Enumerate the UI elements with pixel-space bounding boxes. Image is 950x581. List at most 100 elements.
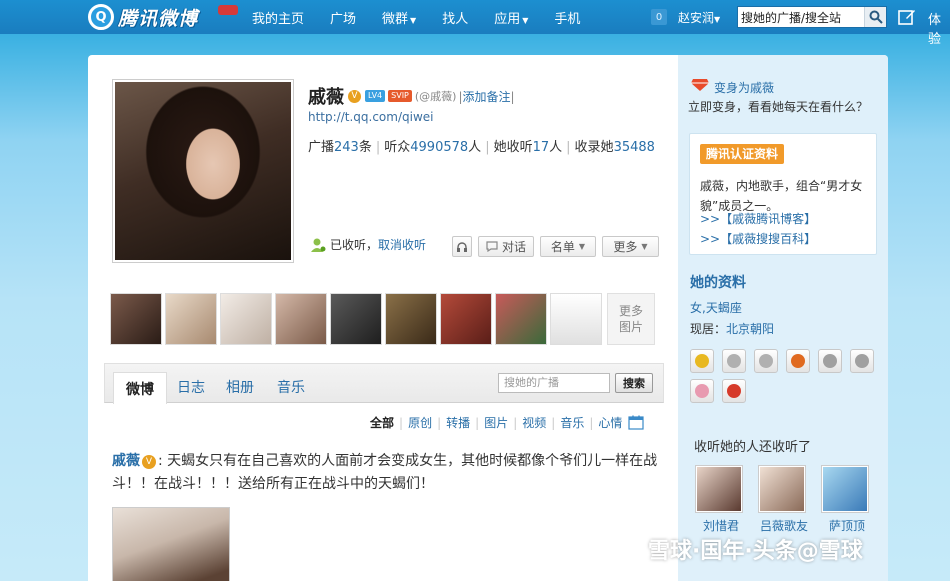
- profile-name-row: 戚薇 V LV4 SVIP (@戚薇) |添加备注|: [308, 83, 515, 109]
- stat-label: 收录她: [574, 140, 614, 155]
- medal-icon[interactable]: [818, 349, 842, 373]
- unfollow-link[interactable]: 取消收听: [378, 236, 426, 253]
- filter-music[interactable]: 音乐: [560, 414, 584, 431]
- filter-image[interactable]: 图片: [484, 414, 508, 431]
- verification-box: 腾讯认证资料 戚薇，内地歌手，组合“男才女貌”成员之一。 >>【戚薇腾讯博客】 …: [689, 133, 877, 255]
- medal-icon[interactable]: [722, 379, 746, 403]
- tab-blog[interactable]: 日志: [177, 377, 205, 397]
- nav-mobile[interactable]: 手机: [554, 8, 580, 27]
- more-photos-button[interactable]: 更多 图片: [607, 293, 655, 345]
- divider: |: [485, 140, 490, 155]
- suggested-user[interactable]: 刘惜君: [695, 465, 747, 534]
- nav-label: 应用: [494, 11, 521, 27]
- location: 现居：北京朝阳: [690, 320, 774, 337]
- tab-music[interactable]: 音乐: [277, 377, 305, 397]
- divider: |: [513, 415, 518, 430]
- medal-icon[interactable]: [722, 349, 746, 373]
- stat-listeners[interactable]: 听众4990578人: [384, 140, 481, 155]
- filter-original[interactable]: 原创: [408, 414, 432, 431]
- chat-button[interactable]: 对话: [478, 236, 534, 257]
- logo-mark-icon: Q: [88, 4, 114, 30]
- tencent-weibo-logo[interactable]: Q 腾讯微博: [88, 3, 238, 31]
- post-text: : 天蝎女只有在自己喜欢的人面前才会变成女生，其他时候都像个爷们儿一样在战斗！！…: [112, 453, 658, 492]
- photo-thumbnail[interactable]: [275, 293, 327, 345]
- list-dropdown[interactable]: 名单 ▼: [540, 236, 596, 257]
- stat-value: 4990578: [410, 140, 469, 155]
- tab-weibo[interactable]: 微博: [113, 372, 167, 404]
- watermark: 雪球·国年·头条@雪球: [612, 533, 863, 565]
- nav-label: 找人: [442, 11, 469, 27]
- filter-mood[interactable]: 心情: [598, 414, 622, 431]
- nav-groups[interactable]: 微群 ▼: [382, 8, 416, 27]
- nav-square[interactable]: 广场: [330, 8, 356, 27]
- location-label: 现居：: [690, 322, 727, 336]
- filter-video[interactable]: 视频: [522, 414, 546, 431]
- broadcast-search-input[interactable]: 搜她的广播: [498, 373, 610, 393]
- post-image[interactable]: [112, 507, 230, 581]
- followed-person-icon: [311, 238, 326, 252]
- photo-thumbnail[interactable]: [165, 293, 217, 345]
- stat-following[interactable]: 她收听17人: [494, 140, 563, 155]
- photo-thumbnail[interactable]: [110, 293, 162, 345]
- add-note-link[interactable]: 添加备注: [463, 90, 511, 104]
- medal-icon[interactable]: [690, 379, 714, 403]
- headset-button[interactable]: [452, 236, 472, 257]
- more-dropdown[interactable]: 更多 ▼: [602, 236, 659, 257]
- stat-broadcasts[interactable]: 广播243条: [308, 140, 372, 155]
- avatar[interactable]: [115, 82, 291, 260]
- search-button[interactable]: [864, 7, 886, 27]
- broadcast-search-button[interactable]: 搜索: [615, 373, 653, 393]
- filter-repost[interactable]: 转播: [446, 414, 470, 431]
- profile-url[interactable]: http://t.qq.com/qiwei: [308, 110, 433, 124]
- suggested-user[interactable]: 萨顶顶: [821, 465, 873, 534]
- blog-link[interactable]: >>【戚薇腾讯博客】: [700, 210, 816, 227]
- suggested-user-name: 刘惜君: [702, 519, 739, 533]
- tab-album[interactable]: 相册: [226, 377, 254, 397]
- experience-link[interactable]: 体验: [928, 9, 950, 47]
- site-search-box[interactable]: 搜她的广播/搜全站: [737, 6, 887, 28]
- photo-thumbnail[interactable]: [330, 293, 382, 345]
- photo-thumbnail[interactable]: [220, 293, 272, 345]
- more-photos-label: 图片: [618, 320, 643, 334]
- suggested-user-name: 吕薇歌友: [759, 519, 808, 533]
- nav-apps[interactable]: 应用 ▼: [494, 8, 528, 27]
- user-menu[interactable]: 赵安润▼: [678, 9, 720, 26]
- gender-zodiac[interactable]: 女,天蝎座: [690, 299, 742, 316]
- photo-thumbnail[interactable]: [550, 293, 602, 345]
- stat-value: 35488: [613, 140, 655, 155]
- also-following-title: 收听她的人还收听了: [694, 440, 812, 455]
- nav-find-people[interactable]: 找人: [442, 8, 468, 27]
- calendar-icon[interactable]: [628, 415, 644, 430]
- top-navigation-bar: Q 腾讯微博 我的主页 广场 微群 ▼ 找人 应用 ▼ 手机 0 赵安润▼ 搜她的广…: [0, 0, 950, 47]
- filter-all[interactable]: 全部: [370, 414, 394, 431]
- chevron-down-icon: ▼: [522, 15, 529, 25]
- location-value[interactable]: 北京朝阳: [726, 322, 774, 336]
- level-badge[interactable]: LV4: [365, 90, 386, 102]
- suggested-user[interactable]: 吕薇歌友: [758, 465, 810, 534]
- stat-label: 她收听: [493, 140, 533, 155]
- encyclopedia-link[interactable]: >>【戚薇搜搜百科】: [700, 230, 816, 247]
- site-search-input[interactable]: 搜她的广播/搜全站: [738, 9, 864, 26]
- post-author[interactable]: 戚薇: [112, 453, 140, 469]
- compose-icon[interactable]: [898, 8, 916, 26]
- medal-icon[interactable]: [690, 349, 714, 373]
- photo-thumbnail[interactable]: [385, 293, 437, 345]
- notification-count-badge[interactable]: 0: [651, 9, 667, 25]
- suggested-user-avatar: [695, 465, 743, 513]
- nav-label: 手机: [554, 11, 581, 27]
- medal-icon[interactable]: [786, 349, 810, 373]
- transform-link[interactable]: 变身为戚薇: [714, 79, 774, 96]
- nav-label: 微群: [382, 11, 409, 27]
- photo-thumbnail[interactable]: [495, 293, 547, 345]
- nav-my-home[interactable]: 我的主页: [252, 8, 304, 27]
- stat-value: 17: [532, 140, 550, 155]
- stat-collected[interactable]: 收录她35488: [575, 140, 655, 155]
- photo-thumbnail[interactable]: [440, 293, 492, 345]
- medal-icon[interactable]: [754, 349, 778, 373]
- vip-badge[interactable]: SVIP: [388, 90, 412, 102]
- medal-icon[interactable]: [850, 349, 874, 373]
- verified-icon[interactable]: V: [348, 89, 361, 103]
- verification-tag: 腾讯认证资料: [700, 144, 785, 164]
- profile-handle: (@戚薇): [414, 90, 457, 103]
- transform-gem-icon: [691, 79, 709, 91]
